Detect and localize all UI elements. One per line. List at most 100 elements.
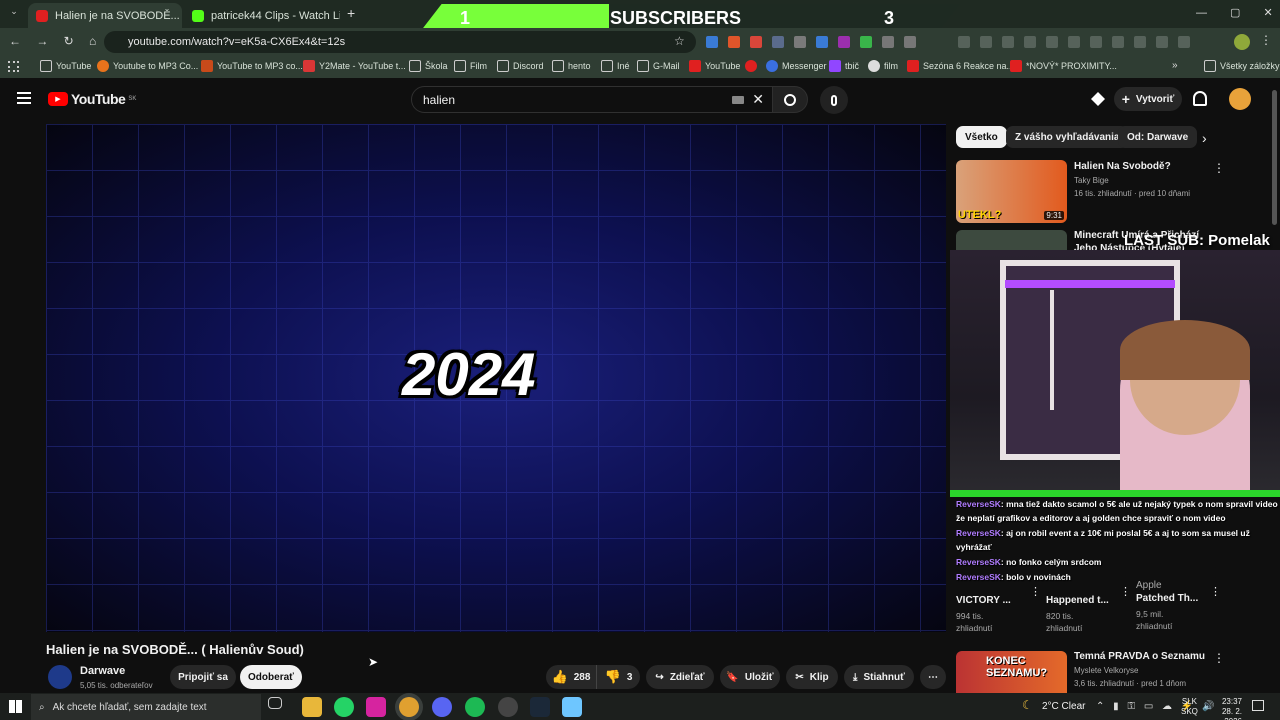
chevron-right-icon[interactable]: › — [1202, 130, 1207, 146]
weather-text[interactable]: 2°C Clear — [1042, 701, 1085, 712]
tab-list-button[interactable]: ⌄ — [6, 6, 22, 22]
rec-meta: 3,6 tis. zhliadnutí · pred 1 dňom — [1074, 679, 1187, 688]
rec-thumbnail[interactable]: KONEC SEZNAMU? — [956, 651, 1067, 693]
rec-title[interactable]: Temná PRAVDA o Seznamu — [1074, 650, 1205, 663]
bookmark[interactable]: Iné — [601, 60, 630, 72]
bookmark[interactable]: hento — [552, 60, 591, 72]
bookmark[interactable]: YouTube to MP3 co... — [201, 60, 303, 72]
more-vert-icon[interactable]: ⋮ — [1030, 585, 1041, 598]
window-controls[interactable]: — ▢ ✕ — [1196, 6, 1273, 19]
clear-icon[interactable]: ✕ — [752, 91, 764, 108]
language-indicator[interactable]: SLK SKQ — [1181, 697, 1198, 717]
save-button[interactable]: 🔖 Uložiť — [720, 665, 780, 689]
grid-card[interactable]: Happened t... 820 tis. zhliadnutí — [1046, 594, 1130, 634]
rec-channel[interactable]: Taky Bige — [1074, 175, 1109, 187]
bookmark[interactable]: *NOVÝ* PROXIMITY... — [1010, 60, 1117, 72]
bookmark[interactable]: Youtube to MP3 Co... — [97, 60, 198, 72]
nav-buttons[interactable]: ← → ↻ ⌂ — [9, 34, 96, 48]
bookmark[interactable]: YouTube — [40, 60, 91, 72]
rec-thumbnail[interactable]: UTEKL? 9:31 — [956, 160, 1067, 223]
bookmark[interactable] — [745, 60, 757, 72]
task-view-icon[interactable] — [268, 697, 282, 709]
discord-icon[interactable] — [432, 697, 452, 717]
hamburger-icon[interactable] — [17, 92, 31, 104]
rec-channel[interactable]: Myslete Velkoryse — [1074, 665, 1138, 677]
bookmark[interactable]: film — [868, 60, 898, 72]
youtube-logo[interactable]: ▶ YouTube SK — [48, 91, 136, 107]
taskbar-search[interactable]: ⌕ Ak chcete hľadať, sem zadajte text — [31, 694, 261, 720]
join-button[interactable]: Pripojiť sa — [170, 665, 236, 689]
create-button[interactable]: + Vytvoriť — [1114, 87, 1182, 111]
bookmark[interactable]: Discord — [497, 60, 544, 72]
avatar[interactable] — [1229, 88, 1251, 110]
rec-title[interactable]: Halien Na Svobodě? — [1074, 160, 1171, 173]
whatsapp-icon[interactable] — [334, 697, 354, 717]
tab-kick[interactable]: patricek44 Clips - Watch Live o ✕ — [184, 3, 340, 28]
mic-button[interactable] — [820, 86, 848, 114]
chip-from-channel[interactable]: Od: Darwave — [1118, 126, 1198, 148]
file-explorer-icon[interactable] — [302, 697, 322, 717]
clip-button[interactable]: ✂ Klip — [786, 665, 838, 689]
channel-name[interactable]: Darwave — [80, 665, 125, 677]
scrollbar[interactable] — [1272, 90, 1277, 225]
folder-icon — [552, 60, 564, 72]
keyboard-icon[interactable] — [732, 96, 744, 104]
grid-card[interactable]: VICTORY ... 994 tis. zhliadnutí — [956, 594, 1040, 634]
obs-icon[interactable] — [498, 697, 518, 717]
more-vert-icon[interactable]: ⋮ — [1120, 585, 1131, 598]
all-bookmarks[interactable]: Všetky záložky — [1204, 60, 1280, 72]
bookmark[interactable]: Film — [454, 60, 487, 72]
bookmark[interactable]: Messenger — [766, 60, 827, 72]
notifications-icon[interactable] — [1252, 700, 1264, 711]
like-button[interactable]: 👍 288 — [546, 665, 596, 689]
apps-icon[interactable] — [8, 61, 19, 72]
rec-thumbnail[interactable] — [956, 230, 1067, 250]
subscriber-count: 3 — [884, 8, 895, 28]
search-icon — [784, 93, 796, 106]
chrome-icon[interactable] — [399, 697, 419, 717]
menu-icon[interactable]: ⋮ — [1260, 33, 1272, 47]
download-button[interactable]: ⤓ Stiahnuť — [844, 665, 914, 689]
new-tab-button[interactable]: + — [347, 5, 355, 21]
start-icon[interactable] — [9, 700, 22, 713]
scissors-icon: ✂ — [795, 671, 804, 683]
dislike-button[interactable]: 👎 3 — [596, 665, 640, 689]
search-input[interactable]: halien ✕ — [411, 86, 773, 113]
chat-message: ReverseSK: aj on robil event a z 10€ mi … — [956, 528, 1250, 552]
bookmark[interactable]: Sezóna 6 Reakce na... — [907, 60, 1014, 72]
app-icon[interactable] — [562, 697, 582, 717]
clock[interactable]: 23:3728. 2. 2026 — [1204, 697, 1242, 720]
notification-icon[interactable] — [1193, 91, 1207, 106]
profile-avatar[interactable] — [1234, 34, 1250, 50]
spotify-icon[interactable] — [465, 697, 485, 717]
more-vert-icon[interactable]: ⋮ — [1213, 161, 1225, 175]
weather-icon[interactable]: ☾ — [1022, 698, 1033, 712]
bookmark[interactable]: Y2Mate - YouTube t... — [303, 60, 406, 72]
extension-icons[interactable] — [706, 36, 916, 48]
toolbar-icons[interactable] — [958, 36, 1190, 48]
subscribe-button[interactable]: Odoberať — [240, 665, 302, 689]
chat-message: ReverseSK: bolo v novinách — [956, 572, 1071, 582]
more-bookmarks-icon[interactable]: » — [1172, 60, 1178, 71]
more-vert-icon[interactable]: ⋮ — [1210, 585, 1221, 598]
instagram-icon[interactable] — [366, 697, 386, 717]
tab-youtube[interactable]: Halien je na SVOBODĚ... ( Halier ✕ — [28, 3, 182, 28]
star-icon[interactable]: ☆ — [674, 34, 685, 48]
bookmark[interactable]: G-Mail — [637, 60, 680, 72]
chip-all[interactable]: Všetko — [956, 126, 1007, 148]
more-actions-button[interactable]: ⋯ — [920, 665, 946, 689]
subscriber-count-text: 5,05 tis. odberateľov — [80, 681, 153, 690]
bookmark[interactable]: YouTube — [689, 60, 740, 72]
grid-card[interactable]: Apple Patched Th... 9,5 mil. zhliadnutí — [1136, 580, 1220, 632]
more-vert-icon[interactable]: ⋮ — [1213, 651, 1225, 665]
share-button[interactable]: ↪ Zdieľať — [646, 665, 714, 689]
channel-avatar[interactable] — [48, 665, 72, 689]
folder-icon — [409, 60, 421, 72]
chip-from-search[interactable]: Z vášho vyhľadávania — [1006, 126, 1129, 148]
steam-icon[interactable] — [530, 697, 550, 717]
bookmark[interactable]: Škola — [409, 60, 448, 72]
search-button[interactable] — [772, 86, 808, 113]
subscriber-left-count: 1 — [460, 8, 471, 28]
bookmark[interactable]: tbič — [829, 60, 859, 72]
address-bar[interactable]: youtube.com/watch?v=eK5a-CX6Ex4&t=12s — [104, 31, 696, 53]
